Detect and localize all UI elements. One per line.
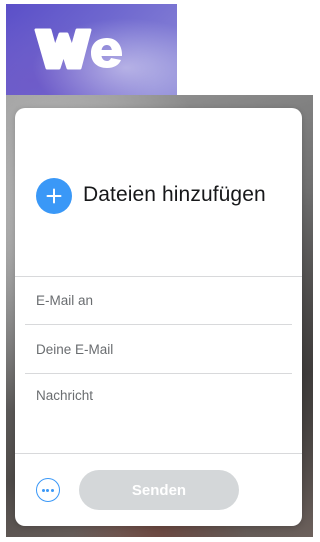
section-divider: [15, 276, 302, 277]
more-options-icon: [50, 488, 54, 492]
add-files-button[interactable]: Dateien hinzufügen: [15, 108, 302, 276]
email-to-field[interactable]: [25, 280, 292, 320]
wetransfer-logo-icon[interactable]: [34, 26, 124, 72]
plus-icon: [46, 188, 62, 204]
your-email-field[interactable]: [25, 329, 292, 369]
page: Dateien hinzufügen Senden: [0, 0, 313, 542]
transfer-card: Dateien hinzufügen Senden: [15, 108, 302, 526]
more-options-icon: [46, 488, 49, 492]
field-divider: [25, 373, 292, 374]
field-divider: [25, 324, 292, 325]
send-button[interactable]: Senden: [79, 470, 239, 510]
more-options-button[interactable]: [36, 478, 60, 502]
brand-header: [6, 4, 177, 95]
message-field[interactable]: [25, 384, 292, 446]
add-files-label[interactable]: Dateien hinzufügen: [83, 183, 266, 207]
more-options-icon: [41, 488, 45, 492]
footer-divider: [15, 453, 302, 454]
add-files-circle[interactable]: [36, 178, 72, 214]
